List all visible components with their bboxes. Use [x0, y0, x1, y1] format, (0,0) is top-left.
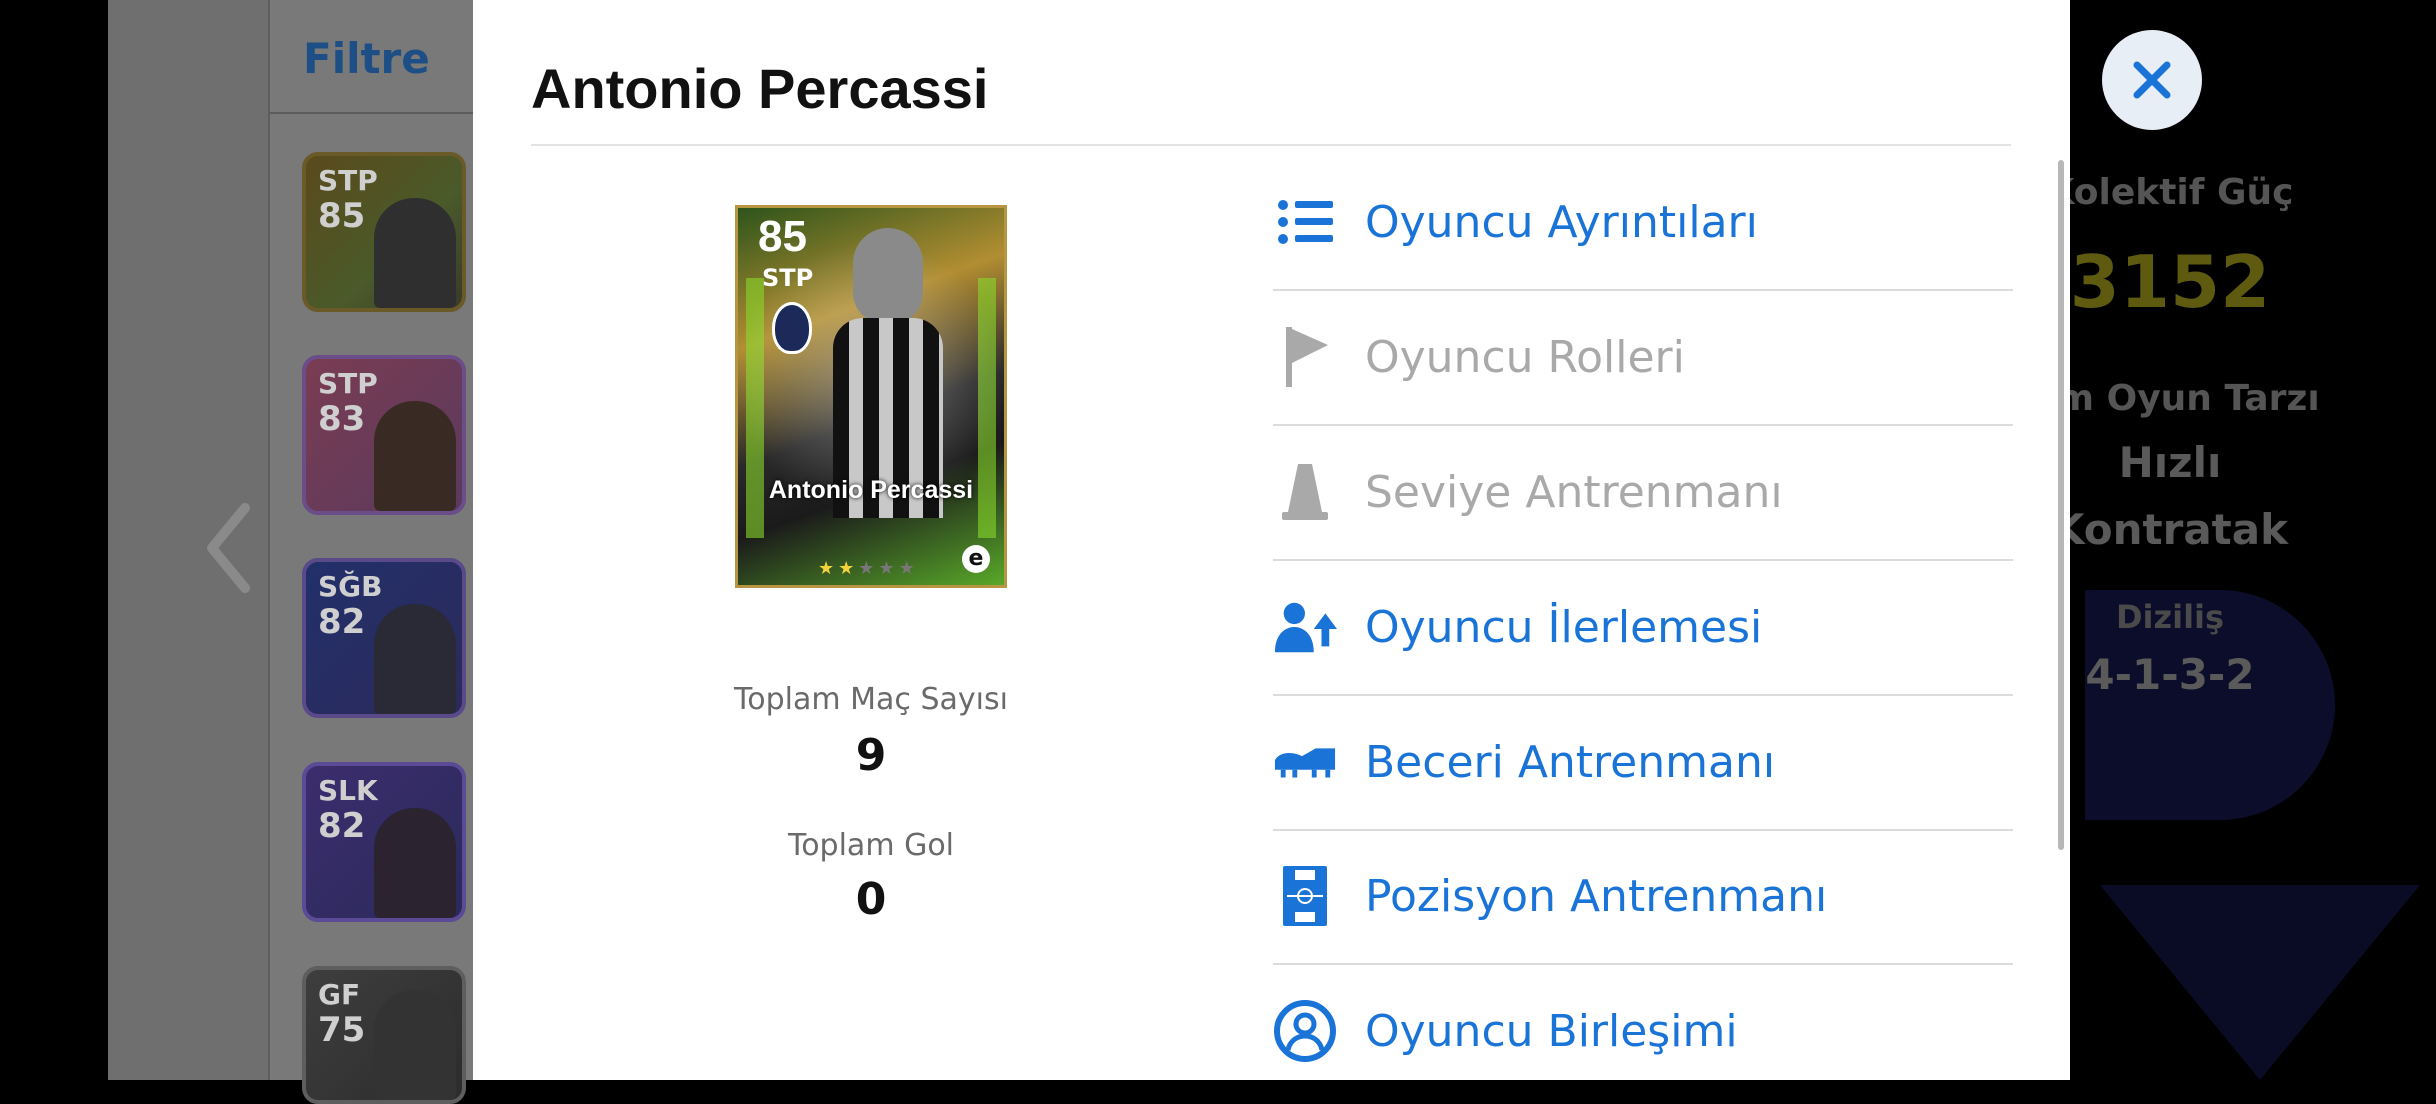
boot-icon	[1273, 730, 1337, 794]
player-combine-icon	[1273, 999, 1337, 1063]
brand-logo-icon: e	[962, 545, 990, 573]
card-position: STP	[762, 264, 814, 292]
flag-icon	[1273, 325, 1337, 389]
menu-label: Oyuncu Ayrıntıları	[1365, 196, 1758, 248]
star-rating: ★★★★★	[818, 558, 919, 579]
menu-label: Oyuncu İlerlemesi	[1365, 601, 1763, 653]
card-position: STP	[318, 164, 378, 197]
player-photo	[374, 604, 456, 714]
squad-card[interactable]: SĞB 82	[302, 558, 466, 718]
card-position: STP	[318, 367, 378, 400]
squad-card[interactable]: GF 75	[302, 966, 466, 1104]
total-matches-label: Toplam Maç Sayısı	[734, 682, 1008, 717]
player-photo	[374, 401, 456, 511]
menu-position-training[interactable]: Pozisyon Antrenmanı	[1273, 829, 2013, 965]
card-position: SĞB	[318, 570, 383, 603]
menu-label: Oyuncu Birleşimi	[1365, 1005, 1738, 1057]
menu-skill-training[interactable]: Beceri Antrenmanı	[1273, 695, 2013, 831]
squad-card[interactable]: STP 83	[302, 355, 466, 515]
player-photo	[374, 990, 456, 1100]
pitch-icon	[1273, 864, 1337, 928]
menu-label: Oyuncu Rolleri	[1365, 331, 1685, 383]
filter-button[interactable]: Filtre	[303, 34, 430, 83]
player-actions-modal: Antonio Percassi 85 STP Antonio Percassi…	[473, 0, 2070, 1080]
divider	[531, 144, 2011, 146]
card-position: GF	[318, 978, 361, 1011]
star-icon: ★	[858, 558, 879, 579]
training-cone-icon	[1273, 460, 1337, 524]
card-rating: 75	[318, 1010, 366, 1050]
list-icon	[1273, 190, 1337, 254]
close-icon	[2133, 61, 2171, 99]
total-goals-value: 0	[855, 874, 887, 925]
close-button[interactable]	[2102, 30, 2202, 130]
card-player-name: Antonio Percassi	[768, 476, 974, 504]
menu-level-training[interactable]: Seviye Antrenmanı	[1273, 425, 2013, 561]
total-matches-value: 9	[855, 730, 887, 781]
menu-player-progression[interactable]: Oyuncu İlerlemesi	[1273, 560, 2013, 696]
decorative-shape	[2100, 885, 2420, 1080]
card-rating: 82	[318, 602, 366, 642]
scrollbar[interactable]	[2058, 160, 2064, 850]
card-rating: 82	[318, 806, 366, 846]
menu-label: Beceri Antrenmanı	[1365, 736, 1776, 788]
menu-player-roles[interactable]: Oyuncu Rolleri	[1273, 290, 2013, 426]
player-photo	[853, 228, 923, 323]
card-position: SLK	[318, 774, 378, 807]
card-rating: 85	[758, 212, 807, 261]
menu-label: Seviye Antrenmanı	[1365, 466, 1783, 518]
club-crest-icon	[772, 302, 812, 354]
player-card[interactable]: 85 STP Antonio Percassi ★★★★★ e	[735, 205, 1007, 588]
total-goals-label: Toplam Gol	[787, 828, 955, 863]
player-photo	[374, 808, 456, 918]
star-icon: ★	[838, 558, 859, 579]
menu-player-details[interactable]: Oyuncu Ayrıntıları	[1273, 155, 2013, 291]
menu-label: Pozisyon Antrenmanı	[1365, 870, 1828, 922]
modal-title: Antonio Percassi	[531, 57, 989, 120]
star-icon: ★	[898, 558, 919, 579]
card-rating: 83	[318, 399, 366, 439]
player-photo	[374, 198, 456, 308]
player-progress-icon	[1273, 595, 1337, 659]
card-rating: 85	[318, 196, 366, 236]
star-icon: ★	[878, 558, 899, 579]
menu-player-combine[interactable]: Oyuncu Birleşimi	[1273, 964, 2013, 1098]
chevron-left-icon[interactable]	[200, 498, 260, 598]
squad-card[interactable]: SLK 82	[302, 762, 466, 922]
star-icon: ★	[818, 558, 839, 579]
squad-card[interactable]: STP 85	[302, 152, 466, 312]
